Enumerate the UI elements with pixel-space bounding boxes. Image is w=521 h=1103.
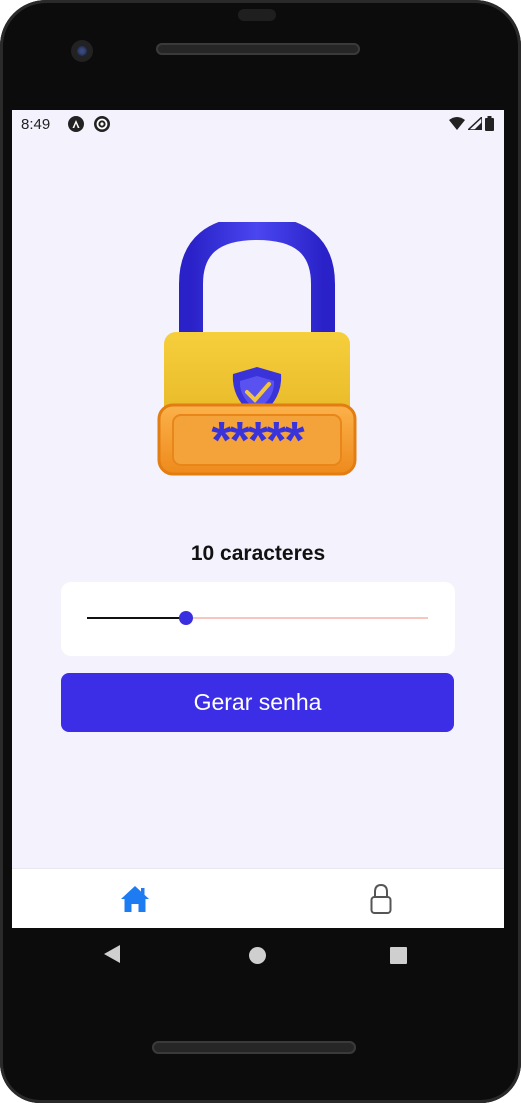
bottom-tab-bar	[12, 868, 504, 928]
device-frame: 8:49 ***** 10 caracteres Gerar senha	[0, 0, 521, 1103]
status-bar: 8:49	[12, 110, 504, 138]
earpiece-speaker	[156, 43, 360, 55]
signal-icon	[468, 117, 482, 130]
home-icon	[121, 886, 149, 912]
tab-passwords[interactable]	[258, 869, 504, 928]
back-icon[interactable]	[104, 945, 120, 963]
tab-home[interactable]	[12, 869, 258, 928]
padlock-password-icon: *****	[157, 222, 357, 476]
status-time: 8:49	[21, 116, 51, 133]
character-count-label: 10 caracteres	[190, 542, 326, 565]
device-top-pill	[238, 9, 276, 21]
wifi-icon	[449, 117, 465, 130]
app-screen: 8:49 ***** 10 caracteres Gerar senha	[12, 110, 504, 928]
slider-thumb[interactable]	[178, 611, 193, 625]
a-circle-icon	[68, 116, 84, 132]
password-mask: *****	[211, 412, 305, 470]
status-right-icons	[449, 116, 494, 131]
system-nav-bar	[12, 928, 504, 984]
generate-password-button[interactable]: Gerar senha	[61, 673, 454, 732]
recents-icon[interactable]	[390, 947, 407, 964]
bottom-speaker	[152, 1041, 356, 1054]
length-slider-card	[61, 582, 455, 656]
slider-fill	[87, 617, 186, 619]
battery-icon	[485, 116, 494, 131]
at-circle-icon	[94, 116, 110, 132]
lock-icon	[370, 883, 392, 914]
home-circle-icon[interactable]	[249, 947, 266, 964]
camera-icon	[71, 40, 93, 62]
